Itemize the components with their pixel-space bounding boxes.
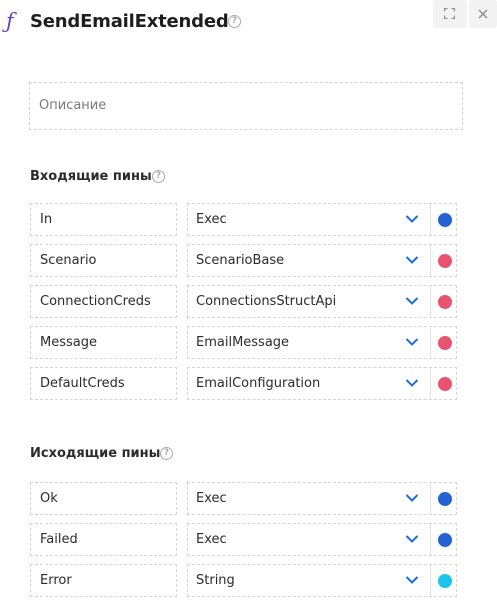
pin-color-dot xyxy=(438,336,452,350)
pin-row: Error String xyxy=(30,564,464,597)
help-icon[interactable]: ? xyxy=(228,15,241,28)
pin-row: Failed Exec xyxy=(30,523,464,556)
panel-header: ƒ SendEmailExtended ? xyxy=(0,0,497,44)
pin-color-dot xyxy=(438,492,452,506)
pin-type-select[interactable]: ScenarioBase xyxy=(187,244,457,277)
chevron-down-icon xyxy=(405,379,419,387)
divider xyxy=(430,483,431,514)
pin-name-field[interactable]: Failed xyxy=(30,523,177,556)
divider xyxy=(430,565,431,596)
incoming-pins-help-icon[interactable]: ? xyxy=(152,170,165,183)
node-title: SendEmailExtended xyxy=(30,11,229,32)
description-field[interactable]: Описание xyxy=(29,82,463,130)
pin-type-select[interactable]: String xyxy=(187,564,457,597)
divider xyxy=(430,368,431,399)
pin-name-field[interactable]: DefaultCreds xyxy=(30,367,177,400)
pin-color-dot xyxy=(438,533,452,547)
outgoing-pins-help-icon[interactable]: ? xyxy=(160,447,173,460)
expand-button[interactable] xyxy=(433,0,467,28)
pin-row: Ok Exec xyxy=(30,482,464,515)
chevron-down-icon xyxy=(405,256,419,264)
pin-name-field[interactable]: In xyxy=(30,203,177,236)
divider xyxy=(430,245,431,276)
pin-type-value: EmailMessage xyxy=(196,335,290,350)
pin-name-field[interactable]: Ok xyxy=(30,482,177,515)
description-placeholder: Описание xyxy=(39,98,107,113)
pin-name-field[interactable]: ConnectionCreds xyxy=(30,285,177,318)
close-button[interactable] xyxy=(469,0,497,28)
divider xyxy=(430,286,431,317)
pin-type-value: Exec xyxy=(196,532,227,547)
pin-color-dot xyxy=(438,295,452,309)
pin-type-value: Exec xyxy=(196,491,227,506)
pin-type-value: EmailConfiguration xyxy=(196,376,321,391)
pin-type-select[interactable]: Exec xyxy=(187,523,457,556)
chevron-down-icon xyxy=(405,297,419,305)
function-icon: ƒ xyxy=(6,9,14,33)
pin-row: In Exec xyxy=(30,203,464,236)
chevron-down-icon xyxy=(405,535,419,543)
chevron-down-icon xyxy=(405,338,419,346)
pin-color-dot xyxy=(438,213,452,227)
pin-type-value: String xyxy=(196,573,235,588)
chevron-down-icon xyxy=(405,576,419,584)
pin-color-dot xyxy=(438,254,452,268)
pin-name-field[interactable]: Scenario xyxy=(30,244,177,277)
pin-name-field[interactable]: Error xyxy=(30,564,177,597)
pin-type-select[interactable]: EmailMessage xyxy=(187,326,457,359)
pin-row: ConnectionCreds ConnectionsStructApi xyxy=(30,285,464,318)
pin-color-dot xyxy=(438,377,452,391)
pin-type-select[interactable]: Exec xyxy=(187,482,457,515)
chevron-down-icon xyxy=(405,215,419,223)
pin-type-value: Exec xyxy=(196,212,227,227)
pin-type-select[interactable]: EmailConfiguration xyxy=(187,367,457,400)
expand-icon xyxy=(444,8,455,19)
divider xyxy=(430,524,431,555)
divider xyxy=(430,327,431,358)
outgoing-pins-title: Исходящие пины xyxy=(30,446,161,461)
incoming-pins-title: Входящие пины xyxy=(30,169,152,184)
divider xyxy=(430,204,431,235)
close-icon xyxy=(478,9,488,19)
pin-type-value: ConnectionsStructApi xyxy=(196,294,337,309)
pin-row: Message EmailMessage xyxy=(30,326,464,359)
pin-row: DefaultCreds EmailConfiguration xyxy=(30,367,464,400)
pin-name-field[interactable]: Message xyxy=(30,326,177,359)
pin-type-select[interactable]: Exec xyxy=(187,203,457,236)
pin-row: Scenario ScenarioBase xyxy=(30,244,464,277)
pin-type-value: ScenarioBase xyxy=(196,253,285,268)
pin-color-dot xyxy=(438,574,452,588)
pin-type-select[interactable]: ConnectionsStructApi xyxy=(187,285,457,318)
chevron-down-icon xyxy=(405,494,419,502)
